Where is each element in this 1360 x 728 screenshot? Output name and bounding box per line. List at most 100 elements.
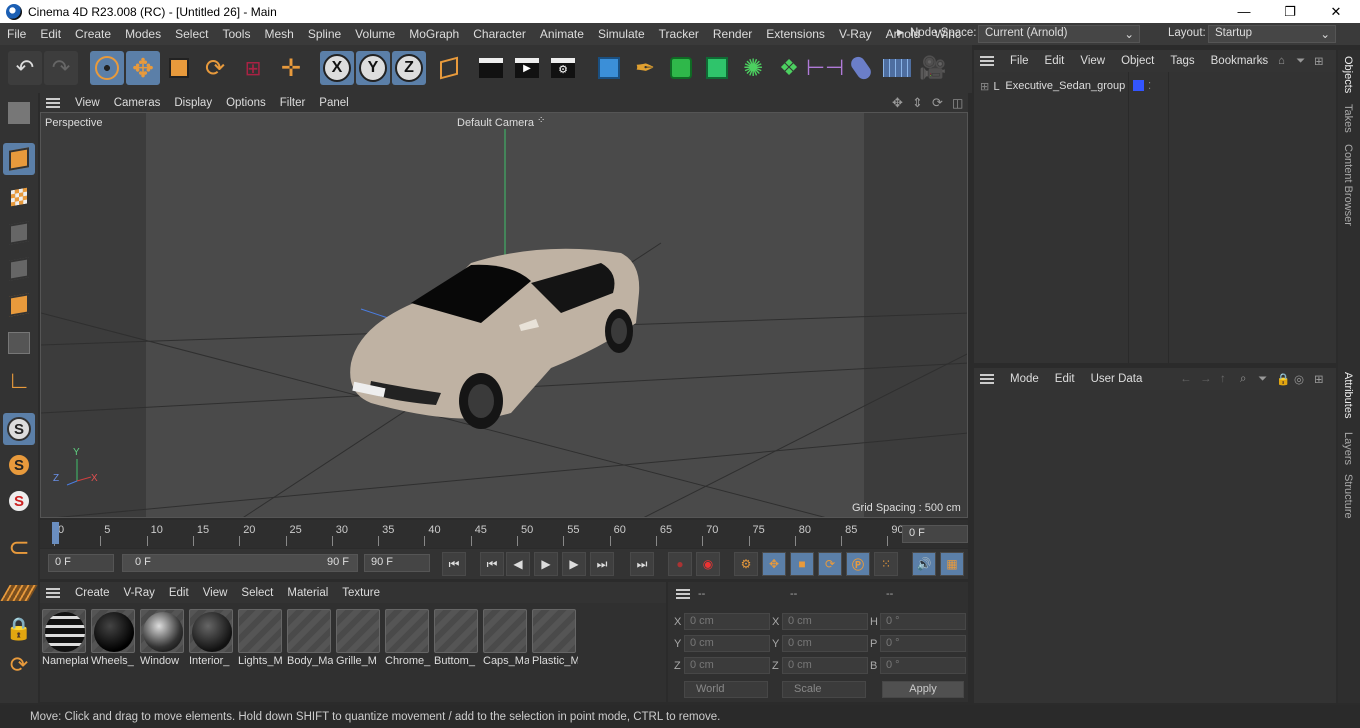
floor-button[interactable] xyxy=(880,51,914,85)
x-axis-lock-button[interactable]: X xyxy=(320,51,354,85)
keyframe-selection-button[interactable]: ⚙ xyxy=(734,552,758,576)
move-tool-button[interactable]: ✥ xyxy=(126,51,160,85)
z-axis-lock-button[interactable]: Z xyxy=(392,51,426,85)
hamburger-menu-icon[interactable] xyxy=(46,97,60,108)
menu-mesh[interactable]: Mesh xyxy=(257,27,300,41)
play-button[interactable]: ▶ xyxy=(534,552,558,576)
camera-link-icon[interactable]: ⁘ xyxy=(537,115,545,126)
viewport-maximize-icon[interactable]: ◫ xyxy=(952,96,963,110)
up-arrow-icon[interactable]: ↑ xyxy=(1220,373,1226,385)
rotate-tool-button[interactable]: ⟳ xyxy=(198,51,232,85)
sound-button[interactable]: 🔊 xyxy=(912,552,936,576)
menu-tools[interactable]: Tools xyxy=(215,27,257,41)
locked-workplane-button[interactable]: 🔒 xyxy=(3,613,35,645)
material-swatch[interactable]: Plastic_M xyxy=(532,609,578,667)
attribute-menu-mode[interactable]: Mode xyxy=(1002,373,1047,385)
object-row[interactable]: ⊞ Ⅼ Executive_Sedan_group ⁚ xyxy=(974,76,1336,96)
menu-character[interactable]: Character xyxy=(466,27,533,41)
layout-dropdown[interactable]: Startup ⌄ xyxy=(1208,25,1336,43)
expand-icon[interactable]: ⊞ xyxy=(980,80,989,93)
render-settings-button[interactable]: ⚙ xyxy=(546,51,580,85)
key-scale-button[interactable]: ■ xyxy=(790,552,814,576)
menu-mograph[interactable]: MoGraph xyxy=(402,27,466,41)
current-frame-field[interactable]: 0 F xyxy=(902,525,968,543)
live-selection-button[interactable] xyxy=(90,51,124,85)
viewport-menu-view[interactable]: View xyxy=(68,97,107,109)
render-picture-viewer-button[interactable]: ▶ xyxy=(510,51,544,85)
start-frame-field[interactable]: 0 F xyxy=(48,554,114,572)
pos-x-field[interactable]: 0 cm xyxy=(684,613,770,630)
material-menu-create[interactable]: Create xyxy=(68,587,117,599)
viewport-menu-cameras[interactable]: Cameras xyxy=(107,97,168,109)
cube-primitive-button[interactable] xyxy=(592,51,626,85)
extrude-button[interactable] xyxy=(700,51,734,85)
viewport-menu-options[interactable]: Options xyxy=(219,97,273,109)
viewport-menu-filter[interactable]: Filter xyxy=(273,97,313,109)
recent-tools-button[interactable]: ⊞ xyxy=(236,51,270,85)
menu-edit[interactable]: Edit xyxy=(33,27,68,41)
autokey-button[interactable]: ◉ xyxy=(696,552,720,576)
tab-attributes[interactable]: Attributes xyxy=(1342,372,1354,418)
object-menu-view[interactable]: View xyxy=(1072,55,1113,67)
make-editable-button[interactable] xyxy=(3,97,35,129)
menu-tracker[interactable]: Tracker xyxy=(652,27,706,41)
texture-mode-button[interactable] xyxy=(3,181,35,213)
menu-animate[interactable]: Animate xyxy=(533,27,591,41)
material-menu-view[interactable]: View xyxy=(196,587,235,599)
redo-button[interactable]: ↷ xyxy=(44,51,78,85)
hamburger-menu-icon[interactable] xyxy=(676,589,690,599)
go-to-start-button[interactable]: ⏮ xyxy=(442,552,466,576)
material-menu-vray[interactable]: V-Ray xyxy=(117,587,162,599)
deformer-button[interactable]: ⊢⊣ xyxy=(806,51,844,85)
viewport-move-icon[interactable]: ✥ xyxy=(892,95,903,111)
material-menu-texture[interactable]: Texture xyxy=(335,587,387,599)
object-menu-object[interactable]: Object xyxy=(1113,55,1162,67)
material-swatch[interactable]: Wheels_ xyxy=(91,609,137,667)
object-menu-tags[interactable]: Tags xyxy=(1162,55,1202,67)
pos-y-field[interactable]: 0 cm xyxy=(684,635,770,652)
close-button[interactable]: ✕ xyxy=(1313,0,1359,23)
key-pla-button[interactable]: ⁙ xyxy=(874,552,898,576)
object-menu-edit[interactable]: Edit xyxy=(1037,55,1073,67)
key-position-button[interactable]: ✥ xyxy=(762,552,786,576)
polygon-mode-button[interactable] xyxy=(3,289,35,321)
home-icon[interactable]: ⌂ xyxy=(1278,55,1285,67)
magnet-button[interactable]: ⊂ xyxy=(3,531,35,563)
menu-render[interactable]: Render xyxy=(706,27,759,41)
undo-button[interactable]: ↶ xyxy=(8,51,42,85)
apply-button[interactable]: Apply xyxy=(882,681,964,698)
layer-color-swatch[interactable] xyxy=(1133,80,1144,91)
material-swatch[interactable]: Grille_M xyxy=(336,609,382,667)
next-frame-button[interactable]: ▶ xyxy=(562,552,586,576)
tab-structure[interactable]: Structure xyxy=(1342,474,1354,519)
back-arrow-icon[interactable]: ← xyxy=(1180,373,1192,385)
material-swatch[interactable]: Window xyxy=(140,609,186,667)
new-panel-icon[interactable]: ⊞ xyxy=(1314,54,1324,68)
previous-frame-button[interactable]: ◀ xyxy=(506,552,530,576)
visibility-dots-icon[interactable]: ⁚ xyxy=(1148,81,1151,92)
snap-settings-button[interactable]: S xyxy=(3,449,35,481)
key-rotation-button[interactable]: ⟳ xyxy=(818,552,842,576)
menu-select[interactable]: Select xyxy=(168,27,215,41)
menu-modes[interactable]: Modes xyxy=(118,27,168,41)
hamburger-menu-icon[interactable] xyxy=(46,587,60,598)
subdivision-surface-button[interactable] xyxy=(664,51,698,85)
move-object-button[interactable]: ✛ xyxy=(274,51,308,85)
coordinate-system-button[interactable] xyxy=(432,51,466,85)
maximize-button[interactable]: ❐ xyxy=(1267,0,1313,23)
edge-mode-button[interactable] xyxy=(3,253,35,285)
record-button[interactable]: ● xyxy=(668,552,692,576)
size-z-field[interactable]: 0 cm xyxy=(782,657,868,674)
attribute-menu-edit[interactable]: Edit xyxy=(1047,373,1083,385)
object-menu-file[interactable]: File xyxy=(1002,55,1037,67)
size-x-field[interactable]: 0 cm xyxy=(782,613,868,630)
axis-mode-button[interactable]: ∟ xyxy=(3,365,35,397)
material-swatch[interactable]: Buttom_ xyxy=(434,609,480,667)
material-swatch[interactable]: Caps_Ma xyxy=(483,609,529,667)
snap-workplane-button[interactable]: S xyxy=(3,485,35,517)
perspective-viewport[interactable]: Perspective Default Camera ⁘ Y Z X Grid … xyxy=(40,112,968,518)
y-axis-lock-button[interactable]: Y xyxy=(356,51,390,85)
scale-tool-button[interactable] xyxy=(162,51,196,85)
material-swatch[interactable]: Chrome_ xyxy=(385,609,431,667)
coordinate-space-dropdown[interactable]: World xyxy=(684,681,768,698)
